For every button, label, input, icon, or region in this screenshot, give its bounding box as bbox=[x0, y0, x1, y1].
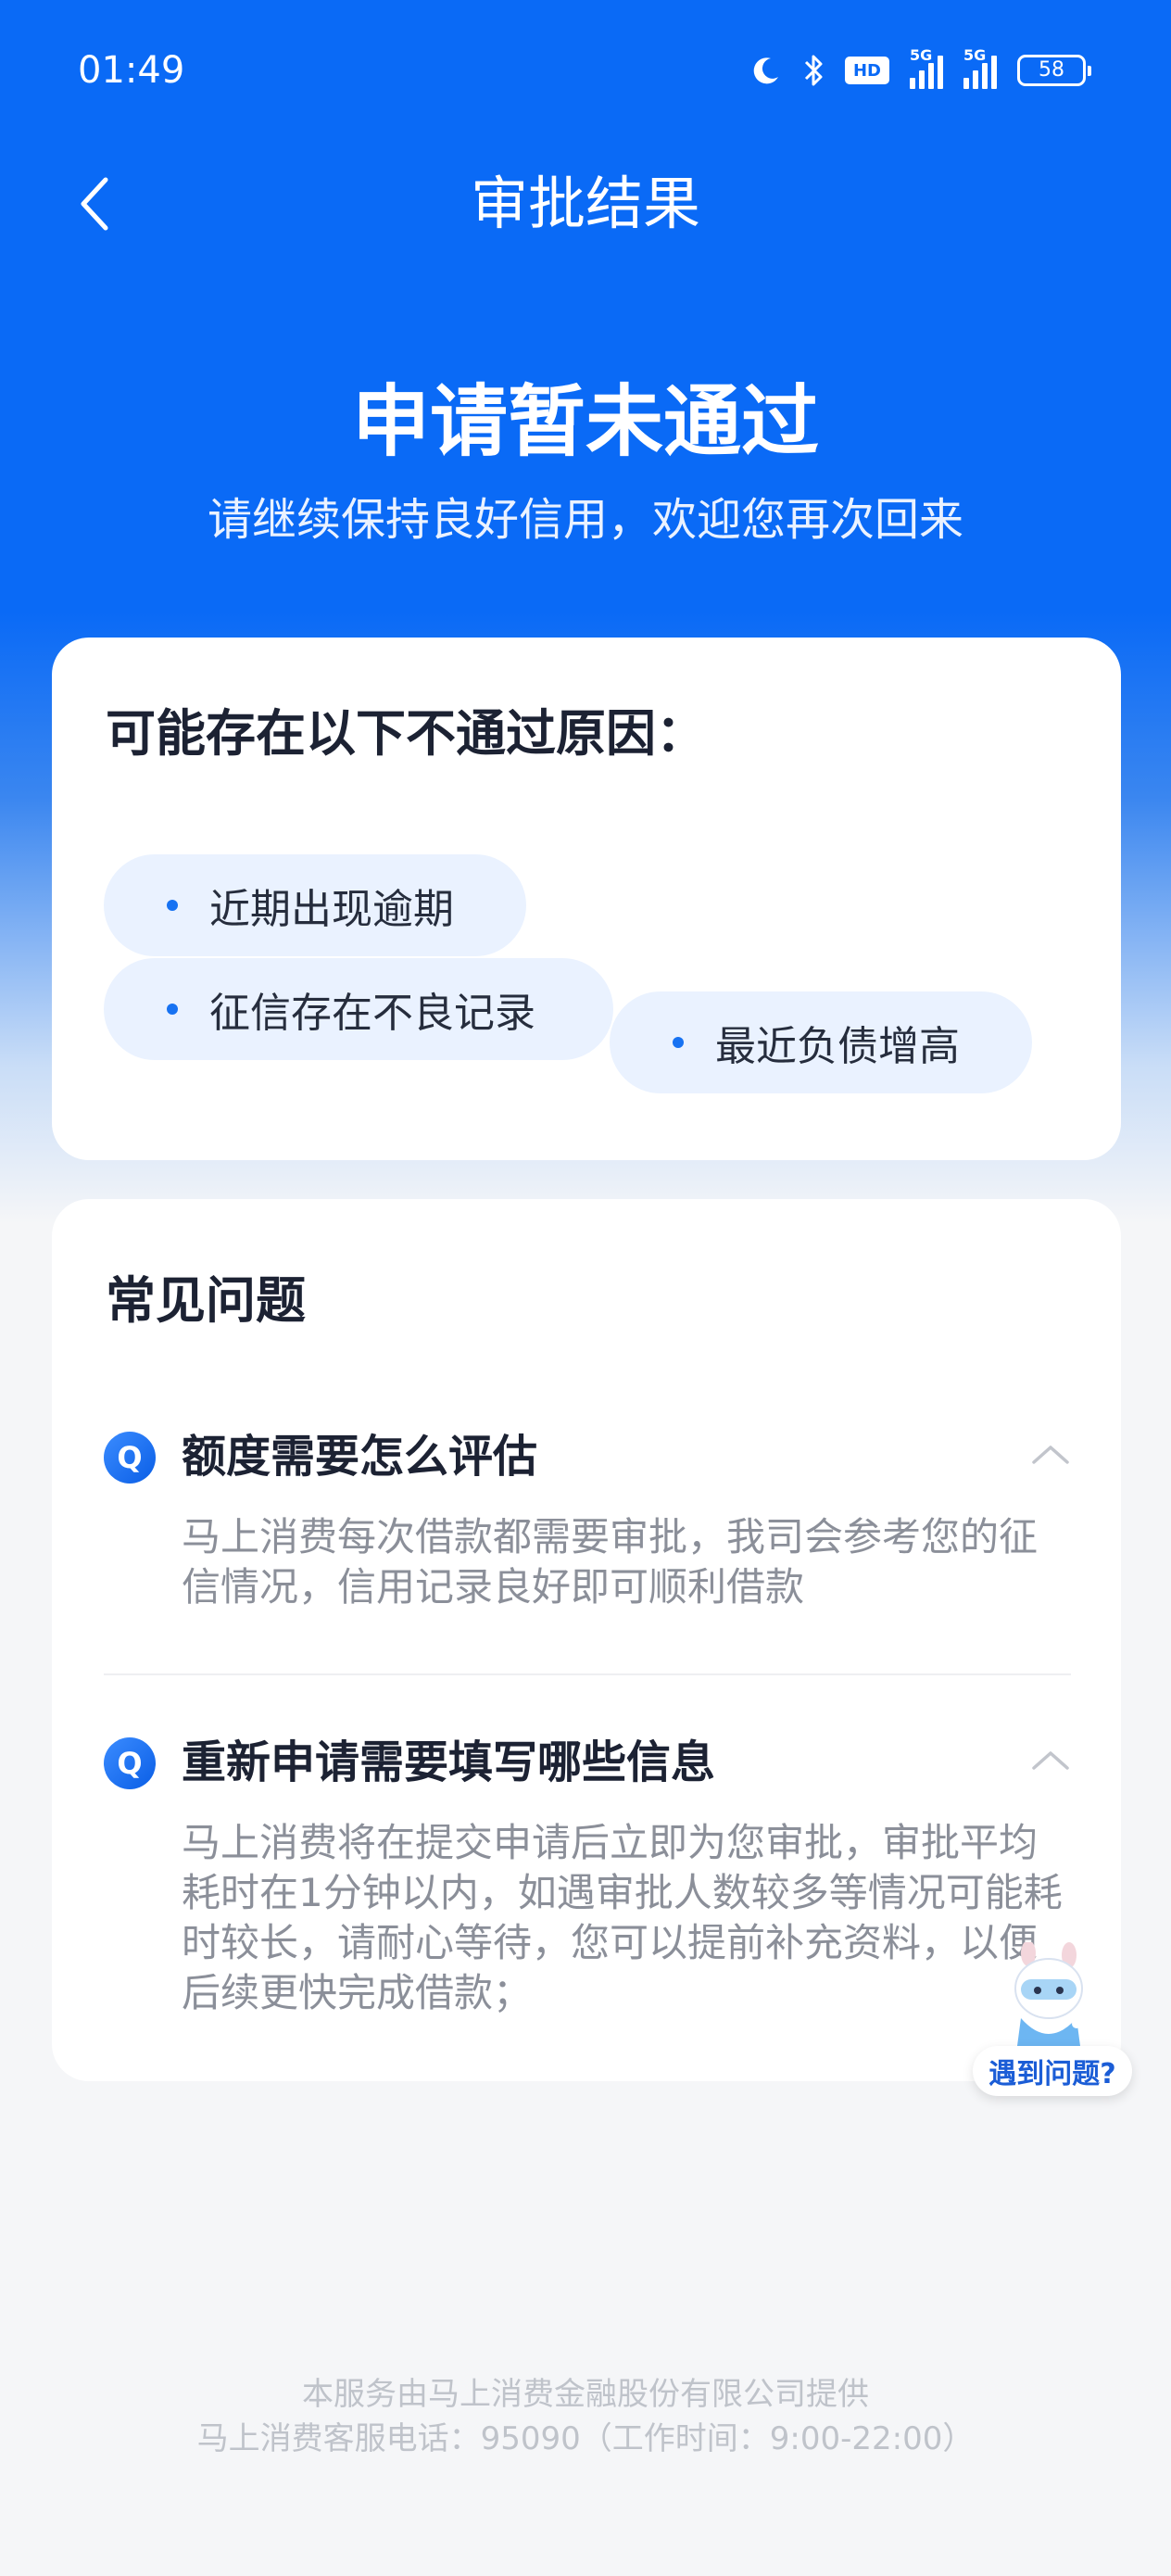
reason-label: 征信存在不良记录 bbox=[209, 990, 535, 1037]
help-button[interactable]: 遇到问题? bbox=[973, 2046, 1132, 2096]
reasons-card: 可能存在以下不通过原因： 近期出现逾期 征信存在不良记录 最近负债增高 bbox=[52, 638, 1121, 1160]
nav-bar: 审批结果 bbox=[0, 148, 1171, 259]
bullet-dot bbox=[167, 900, 178, 911]
hd-icon: HD bbox=[845, 57, 889, 84]
battery-level: 58 bbox=[1039, 58, 1064, 82]
faq-answer: 马上消费将在提交申请后立即为您审批，审批平均耗时在1分钟以内，如遇审批人数较多等… bbox=[182, 1820, 1063, 2015]
reason-tag: 最近负债增高 bbox=[610, 991, 1032, 1093]
faq-heading: 常见问题 bbox=[106, 1271, 306, 1330]
divider bbox=[104, 1673, 1071, 1675]
bluetooth-icon bbox=[802, 53, 825, 88]
reason-label: 最近负债增高 bbox=[715, 1023, 960, 1070]
mascot-icon bbox=[1014, 1942, 1105, 2046]
faq-question: 额度需要怎么评估 bbox=[182, 1431, 538, 1483]
signal-icon: 5G bbox=[910, 48, 943, 89]
reason-tag: 征信存在不良记录 bbox=[104, 958, 613, 1060]
faq-question-row[interactable]: Q 重新申请需要填写哪些信息 bbox=[104, 1729, 1071, 1794]
result-subtitle: 请继续保持良好信用，欢迎您再次回来 bbox=[207, 494, 963, 546]
faq-question-row[interactable]: Q 额度需要怎么评估 bbox=[104, 1423, 1071, 1488]
reason-label: 近期出现逾期 bbox=[209, 886, 454, 933]
faq-answer: 马上消费每次借款都需要审批，我司会参考您的征信情况，信用记录良好即可顺利借款 bbox=[182, 1514, 1039, 1610]
reasons-heading: 可能存在以下不通过原因： bbox=[106, 704, 706, 763]
chevron-up-icon[interactable] bbox=[1030, 1440, 1071, 1468]
status-time: 01:49 bbox=[78, 49, 185, 92]
status-icons: HD 5G 5G 58 bbox=[750, 48, 1091, 93]
faq-question: 重新申请需要填写哪些信息 bbox=[182, 1736, 716, 1788]
chevron-up-icon[interactable] bbox=[1030, 1746, 1071, 1774]
q-badge-icon: Q bbox=[104, 1737, 156, 1789]
bullet-dot bbox=[673, 1037, 684, 1048]
reason-tag: 近期出现逾期 bbox=[104, 854, 526, 956]
footer-provider: 本服务由马上消费金融股份有限公司提供 bbox=[302, 2376, 869, 2413]
status-bar: 01:49 HD 5G 5G 58 bbox=[0, 0, 1171, 139]
result-title: 申请暂未通过 bbox=[351, 376, 819, 467]
q-badge-icon: Q bbox=[104, 1432, 156, 1484]
page-title: 审批结果 bbox=[470, 170, 700, 237]
faq-item: Q 重新申请需要填写哪些信息 马上消费将在提交申请后立即为您审批，审批平均耗时在… bbox=[104, 1729, 1071, 2018]
signal-label: 5G bbox=[963, 46, 987, 64]
help-widget[interactable]: 遇到问题? bbox=[973, 1942, 1132, 2102]
moon-icon bbox=[750, 55, 782, 86]
faq-item: Q 额度需要怎么评估 马上消费每次借款都需要审批，我司会参考您的征信情况，信用记… bbox=[104, 1423, 1071, 1612]
footer: 本服务由马上消费金融股份有限公司提供 马上消费客服电话：95090（工作时间：9… bbox=[0, 2372, 1171, 2461]
battery-icon: 58 bbox=[1017, 55, 1091, 86]
bullet-dot bbox=[167, 1004, 178, 1015]
faq-card: 常见问题 Q 额度需要怎么评估 马上消费每次借款都需要审批，我司会参考您的征信情… bbox=[52, 1199, 1121, 2081]
signal-icon: 5G bbox=[963, 48, 997, 89]
footer-hotline: 马上消费客服电话：95090（工作时间：9:00-22:00） bbox=[196, 2420, 975, 2457]
signal-label: 5G bbox=[910, 46, 933, 64]
